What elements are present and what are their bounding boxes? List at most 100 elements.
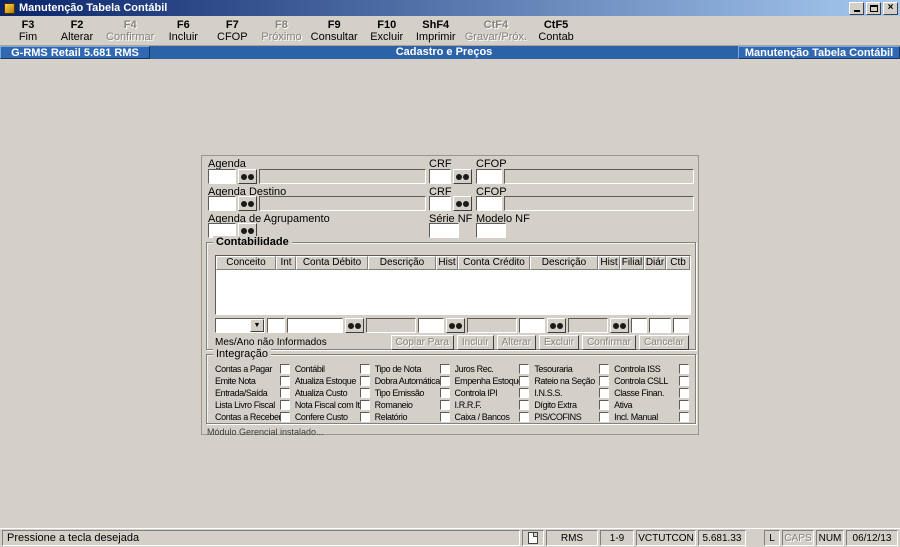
checkbox-atualiza-estoque[interactable]: Atualiza Estoque (295, 375, 370, 387)
toolbar-shf4-imprimir[interactable]: ShF4 Imprimir (416, 19, 456, 43)
checkbox[interactable] (519, 376, 530, 386)
toolbar-f9-consultar[interactable]: F9 Consultar (311, 19, 358, 43)
filial-input[interactable] (631, 318, 647, 333)
agenda-destino-input[interactable] (208, 196, 236, 211)
crf2-search-button[interactable] (453, 196, 472, 211)
cfop-input[interactable] (476, 169, 502, 184)
hist-debito-search-button[interactable] (446, 318, 465, 333)
checkbox[interactable] (279, 364, 290, 374)
checkbox-incl-manual[interactable]: Incl. Manual (614, 411, 689, 423)
checkbox[interactable] (519, 364, 530, 374)
hist-credito-search-button[interactable] (610, 318, 629, 333)
checkbox-irrf[interactable]: I.R.R.F. (455, 399, 530, 411)
checkbox[interactable] (679, 412, 689, 422)
close-button[interactable]: × (883, 1, 898, 15)
checkbox-lista-livro-fiscal[interactable]: Lista Livro Fiscal (215, 399, 290, 411)
checkbox-controla-ipi[interactable]: Controla IPI (455, 387, 530, 399)
grid-header-conta-debito[interactable]: Conta Débito (296, 256, 368, 270)
serie-nf-input[interactable] (429, 223, 459, 238)
toolbar-f6-incluir[interactable]: F6 Incluir (163, 19, 203, 43)
conta-debito-input[interactable] (287, 318, 343, 333)
checkbox-juros-rec[interactable]: Juros Rec. (455, 363, 530, 375)
grid-header-int[interactable]: Int (276, 256, 296, 270)
hist-debito-input[interactable] (418, 318, 444, 333)
checkbox[interactable] (359, 400, 370, 410)
grid-header-descricao-2[interactable]: Descrição (530, 256, 598, 270)
checkbox-relatorio[interactable]: Relatório (375, 411, 450, 423)
checkbox[interactable] (279, 388, 290, 398)
checkbox-classe-finan[interactable]: Classe Finan. (614, 387, 689, 399)
checkbox-atualiza-custo[interactable]: Atualiza Custo (295, 387, 370, 399)
agenda-search-button[interactable] (238, 169, 257, 184)
checkbox[interactable] (359, 412, 370, 422)
checkbox[interactable] (519, 400, 530, 410)
checkbox-controla-csll[interactable]: Controla CSLL (614, 375, 689, 387)
grid-header-descricao-1[interactable]: Descrição (368, 256, 436, 270)
checkbox[interactable] (279, 376, 290, 386)
checkbox-contas-a-pagar[interactable]: Contas a Pagar (215, 363, 290, 375)
checkbox-tesouraria[interactable]: Tesouraria (534, 363, 610, 375)
checkbox-emite-nota[interactable]: Emite Nota (215, 375, 290, 387)
toolbar-ctf5-contab[interactable]: CtF5 Contab (536, 19, 576, 43)
checkbox[interactable] (679, 364, 689, 374)
checkbox-ativa[interactable]: Ativa (614, 399, 689, 411)
checkbox[interactable] (599, 376, 610, 386)
checkbox[interactable] (519, 412, 530, 422)
chevron-down-icon[interactable]: ▼ (250, 319, 264, 332)
checkbox[interactable] (359, 364, 370, 374)
cfop2-input[interactable] (476, 196, 502, 211)
checkbox[interactable] (359, 376, 370, 386)
toolbar-f3-fim[interactable]: F3 Fim (8, 19, 48, 43)
checkbox-inss[interactable]: I.N.S.S. (534, 387, 610, 399)
toolbar-f7-cfop[interactable]: F7 CFOP (212, 19, 252, 43)
checkbox[interactable] (679, 400, 689, 410)
checkbox[interactable] (279, 412, 290, 422)
checkbox[interactable] (439, 412, 450, 422)
checkbox-tipo-emissao[interactable]: Tipo Emissão (375, 387, 450, 399)
grid-header-hist-2[interactable]: Hist (598, 256, 620, 270)
grid-header-conceito[interactable]: Conceito (216, 256, 276, 270)
crf-search-button[interactable] (453, 169, 472, 184)
checkbox-entrada-saida[interactable]: Entrada/Saída (215, 387, 290, 399)
crf-input[interactable] (429, 169, 451, 184)
agenda-input[interactable] (208, 169, 236, 184)
checkbox-digito-extra[interactable]: Dígito Extra (534, 399, 610, 411)
checkbox[interactable] (439, 364, 450, 374)
maximize-button[interactable] (866, 1, 881, 15)
checkbox-contas-a-receber[interactable]: Contas a Receber (215, 411, 290, 423)
checkbox[interactable] (599, 364, 610, 374)
grid-header-filial[interactable]: Filial (620, 256, 644, 270)
checkbox-controla-iss[interactable]: Controla ISS (614, 363, 689, 375)
grid-header-hist-1[interactable]: Hist (436, 256, 458, 270)
int-input[interactable] (267, 318, 285, 333)
checkbox[interactable] (599, 412, 610, 422)
checkbox[interactable] (599, 400, 610, 410)
checkbox[interactable] (519, 388, 530, 398)
checkbox[interactable] (679, 388, 689, 398)
checkbox[interactable] (279, 400, 290, 410)
minimize-button[interactable] (849, 1, 864, 15)
grid-header-conta-credito[interactable]: Conta Crédito (458, 256, 530, 270)
checkbox-romaneio[interactable]: Romaneio (375, 399, 450, 411)
modelo-nf-input[interactable] (476, 223, 506, 238)
toolbar-f10-excluir[interactable]: F10 Excluir (367, 19, 407, 43)
checkbox-tipo-de-nota[interactable]: Tipo de Nota (375, 363, 450, 375)
checkbox-contabil[interactable]: Contábil (295, 363, 370, 375)
agenda-destino-search-button[interactable] (238, 196, 257, 211)
conta-credito-input[interactable] (519, 318, 545, 333)
grid-header-ctb[interactable]: Ctb (666, 256, 690, 270)
checkbox[interactable] (439, 400, 450, 410)
checkbox-rateio-na-secao[interactable]: Rateio na Seção (534, 375, 610, 387)
checkbox-dobra-automatica[interactable]: Dobra Automática (375, 375, 450, 387)
checkbox-pis-cofins[interactable]: PIS/COFINS (534, 411, 610, 423)
conta-debito-search-button[interactable] (345, 318, 364, 333)
checkbox[interactable] (359, 388, 370, 398)
checkbox-confere-custo[interactable]: Confere Custo (295, 411, 370, 423)
conceito-combobox[interactable]: ▼ (215, 318, 265, 333)
checkbox[interactable] (679, 376, 689, 386)
grid-body[interactable] (216, 270, 690, 314)
ctb-input[interactable] (673, 318, 689, 333)
conta-credito-search-button[interactable] (547, 318, 566, 333)
grid-header-diar[interactable]: Diár (644, 256, 666, 270)
checkbox[interactable] (439, 376, 450, 386)
